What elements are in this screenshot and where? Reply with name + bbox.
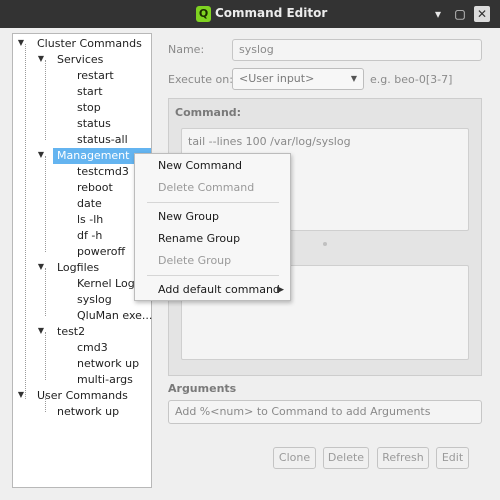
chevron-right-icon: ▶ — [277, 285, 284, 295]
tree-item-reboot[interactable]: reboot — [77, 180, 113, 196]
tree-item-syslog[interactable]: syslog — [77, 292, 112, 308]
tree-item-df-h[interactable]: df -h — [77, 228, 102, 244]
tree-item-kernel-log[interactable]: Kernel Log — [77, 276, 135, 292]
collapse-icon[interactable]: ▼ — [36, 326, 46, 335]
collapse-icon[interactable]: ▼ — [16, 38, 26, 47]
tree-item-qluman-exe[interactable]: QluMan exe... — [77, 308, 152, 324]
tree-item-status-all[interactable]: status-all — [77, 132, 128, 148]
menu-separator — [147, 275, 279, 276]
menu-separator — [147, 202, 279, 203]
maximize-button[interactable]: ▢ — [452, 6, 468, 22]
minimize-button[interactable]: ▾ — [430, 6, 446, 22]
tree-item-ls-lh[interactable]: ls -lh — [77, 212, 103, 228]
collapse-icon[interactable]: ▼ — [36, 54, 46, 63]
tree-item-multi-args[interactable]: multi-args — [77, 372, 133, 388]
tree-guide-line — [25, 44, 26, 399]
chevron-down-icon: ▼ — [350, 74, 357, 83]
tree-item-date[interactable]: date — [77, 196, 102, 212]
execute-on-select[interactable]: <User input> ▼ — [232, 68, 364, 90]
tree-node-user-commands[interactable]: User Commands — [37, 388, 128, 404]
menu-item-label: Add default command — [158, 283, 280, 296]
splitter-handle[interactable] — [323, 242, 327, 246]
refresh-button[interactable]: Refresh — [377, 447, 429, 469]
title-bar: Q Command Editor ▾ ▢ ✕ — [0, 0, 500, 28]
tree-item-restart[interactable]: restart — [77, 68, 114, 84]
tree-node-services[interactable]: Services — [57, 52, 103, 68]
tree-item-user-network-up[interactable]: network up — [57, 404, 119, 420]
arguments-title: Arguments — [168, 382, 237, 395]
clone-button[interactable]: Clone — [273, 447, 316, 469]
tree-node-cluster-commands[interactable]: Cluster Commands — [37, 36, 142, 52]
tree-item-cmd3[interactable]: cmd3 — [77, 340, 108, 356]
tree-node-logfiles[interactable]: Logfiles — [57, 260, 99, 276]
app-logo-icon: Q — [196, 6, 211, 22]
name-field[interactable]: syslog — [232, 39, 482, 61]
command-tree[interactable]: ▼ Cluster Commands ▼ Services restart st… — [12, 33, 152, 488]
menu-item-rename-group[interactable]: Rename Group — [135, 228, 290, 250]
collapse-icon[interactable]: ▼ — [16, 390, 26, 399]
context-menu: New Command Delete Command New Group Ren… — [134, 153, 291, 301]
tree-item-testcmd3[interactable]: testcmd3 — [77, 164, 129, 180]
command-section-title: Command: — [175, 106, 242, 119]
menu-item-new-command[interactable]: New Command — [135, 155, 290, 177]
menu-item-new-group[interactable]: New Group — [135, 206, 290, 228]
execute-on-example: e.g. beo-0[3-7] — [370, 73, 453, 86]
delete-button[interactable]: Delete — [323, 447, 369, 469]
arguments-field[interactable]: Add %<num> to Command to add Arguments — [168, 400, 482, 424]
menu-item-delete-command[interactable]: Delete Command — [135, 177, 290, 199]
collapse-icon[interactable]: ▼ — [36, 150, 46, 159]
tree-item-stop[interactable]: stop — [77, 100, 101, 116]
tree-item-status[interactable]: status — [77, 116, 111, 132]
window-title: Command Editor — [215, 6, 328, 20]
menu-item-delete-group[interactable]: Delete Group — [135, 250, 290, 272]
menu-item-add-default-command[interactable]: Add default command ▶ — [135, 279, 290, 301]
execute-on-label: Execute on: — [168, 73, 233, 86]
tree-item-start[interactable]: start — [77, 84, 103, 100]
tree-item-poweroff[interactable]: poweroff — [77, 244, 125, 260]
tree-guide-line — [45, 156, 46, 252]
edit-button[interactable]: Edit — [436, 447, 469, 469]
tree-node-test2[interactable]: test2 — [57, 324, 85, 340]
tree-guide-line — [45, 268, 46, 316]
tree-item-network-up[interactable]: network up — [77, 356, 139, 372]
close-button[interactable]: ✕ — [474, 6, 490, 22]
name-label: Name: — [168, 43, 205, 56]
collapse-icon[interactable]: ▼ — [36, 262, 46, 271]
execute-on-value: <User input> — [239, 72, 315, 85]
tree-guide-line — [45, 60, 46, 140]
tree-guide-line — [45, 332, 46, 380]
